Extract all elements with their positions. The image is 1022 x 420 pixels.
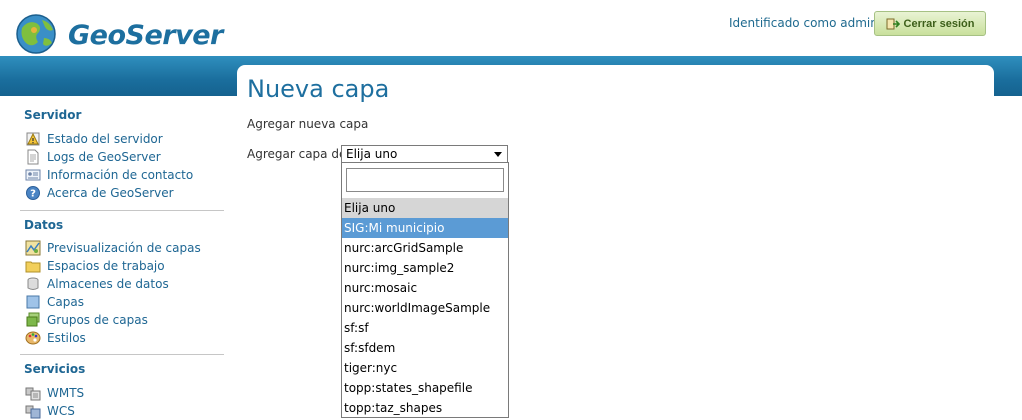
dropdown-option[interactable]: nurc:img_sample2 xyxy=(342,258,508,278)
sidebar: Servidor Estado del servidor Logs de Geo… xyxy=(0,96,232,419)
logout-label: Cerrar sesión xyxy=(903,17,975,30)
sidebar-item-layer-groups[interactable]: Grupos de capas xyxy=(25,311,148,329)
dropdown-search-input[interactable] xyxy=(346,168,504,192)
sidebar-item-label: Almacenes de datos xyxy=(47,277,169,291)
store-select[interactable]: Elija uno xyxy=(341,145,508,163)
dropdown-option[interactable]: sf:sf xyxy=(342,318,508,338)
sidebar-item-label: Previsualización de capas xyxy=(47,241,201,255)
sidebar-item-label: Estado del servidor xyxy=(47,132,163,146)
palette-icon xyxy=(25,331,41,345)
section-divider xyxy=(20,354,224,355)
svg-text:?: ? xyxy=(30,189,36,200)
dropdown-option[interactable]: nurc:arcGridSample xyxy=(342,238,508,258)
dropdown-option[interactable]: topp:states_shapefile xyxy=(342,378,508,398)
sidebar-item-geoserver-logs[interactable]: Logs de GeoServer xyxy=(25,148,161,166)
sidebar-item-styles[interactable]: Estilos xyxy=(25,329,86,347)
sidebar-item-label: Información de contacto xyxy=(47,168,194,182)
sidebar-item-contact-info[interactable]: Información de contacto xyxy=(25,166,193,184)
app-logo-text: GeoServer xyxy=(68,20,223,51)
sidebar-item-about[interactable]: ? Acerca de GeoServer xyxy=(25,184,174,202)
dropdown-option[interactable]: tiger:nyc xyxy=(342,358,508,378)
sidebar-item-workspaces[interactable]: Espacios de trabajo xyxy=(25,257,165,275)
sidebar-item-layers[interactable]: Capas xyxy=(25,293,84,311)
sidebar-item-label: Espacios de trabajo xyxy=(47,259,165,273)
login-status-text: Identificado como admin. xyxy=(729,16,882,30)
geoserver-logo-icon xyxy=(16,14,56,54)
sidebar-item-label: Estilos xyxy=(47,331,86,345)
dropdown-option[interactable]: sf:sfdem xyxy=(342,338,508,358)
section-title-datos: Datos xyxy=(24,218,64,232)
page-subtitle: Agregar nueva capa xyxy=(247,117,369,131)
layer-icon xyxy=(26,295,40,309)
wcs-icon xyxy=(25,405,41,419)
sidebar-item-layer-preview[interactable]: Previsualización de capas xyxy=(25,239,201,257)
section-divider xyxy=(20,210,224,211)
sidebar-item-wmts[interactable]: WMTS xyxy=(25,384,84,402)
folder-icon xyxy=(25,261,41,273)
sidebar-item-label: Grupos de capas xyxy=(47,313,148,327)
help-icon: ? xyxy=(26,186,40,200)
dropdown-option[interactable]: topp:taz_shapes xyxy=(342,398,508,418)
document-icon xyxy=(27,149,39,165)
sidebar-item-label: WMTS xyxy=(47,386,85,400)
sidebar-item-label: Capas xyxy=(47,295,84,309)
dropdown-option[interactable]: nurc:worldImageSample xyxy=(342,298,508,318)
sidebar-item-label: Logs de GeoServer xyxy=(47,150,161,164)
sidebar-item-server-status[interactable]: Estado del servidor xyxy=(25,130,163,148)
layer-group-icon xyxy=(26,312,40,327)
sidebar-item-label: Acerca de GeoServer xyxy=(47,186,174,200)
logout-icon xyxy=(886,18,900,29)
section-title-servicios: Servicios xyxy=(24,362,86,376)
section-title-servidor: Servidor xyxy=(24,108,82,122)
wmts-icon xyxy=(25,387,41,401)
contact-card-icon xyxy=(25,169,41,181)
server-status-icon xyxy=(26,132,40,146)
logout-button[interactable]: Cerrar sesión xyxy=(874,11,986,36)
dropdown-arrow-icon xyxy=(494,152,502,157)
dropdown-option[interactable]: SIG:Mi municipio xyxy=(342,218,508,238)
header: GeoServer Identificado como admin. Cerra… xyxy=(0,0,1022,56)
page-title: Nueva capa xyxy=(247,75,390,103)
store-select-value: Elija uno xyxy=(346,147,398,161)
sidebar-item-wcs[interactable]: WCS xyxy=(25,402,75,420)
sidebar-item-data-stores[interactable]: Almacenes de datos xyxy=(25,275,169,293)
store-dropdown-list: Elija uno SIG:Mi municipio nurc:arcGridS… xyxy=(341,162,509,418)
add-layer-from-label: Agregar capa de xyxy=(247,147,347,161)
dropdown-option[interactable]: nurc:mosaic xyxy=(342,278,508,298)
dropdown-option[interactable]: Elija uno xyxy=(342,198,508,218)
database-icon xyxy=(27,277,39,290)
sidebar-item-label: WCS xyxy=(47,404,75,418)
map-preview-icon xyxy=(25,240,41,256)
